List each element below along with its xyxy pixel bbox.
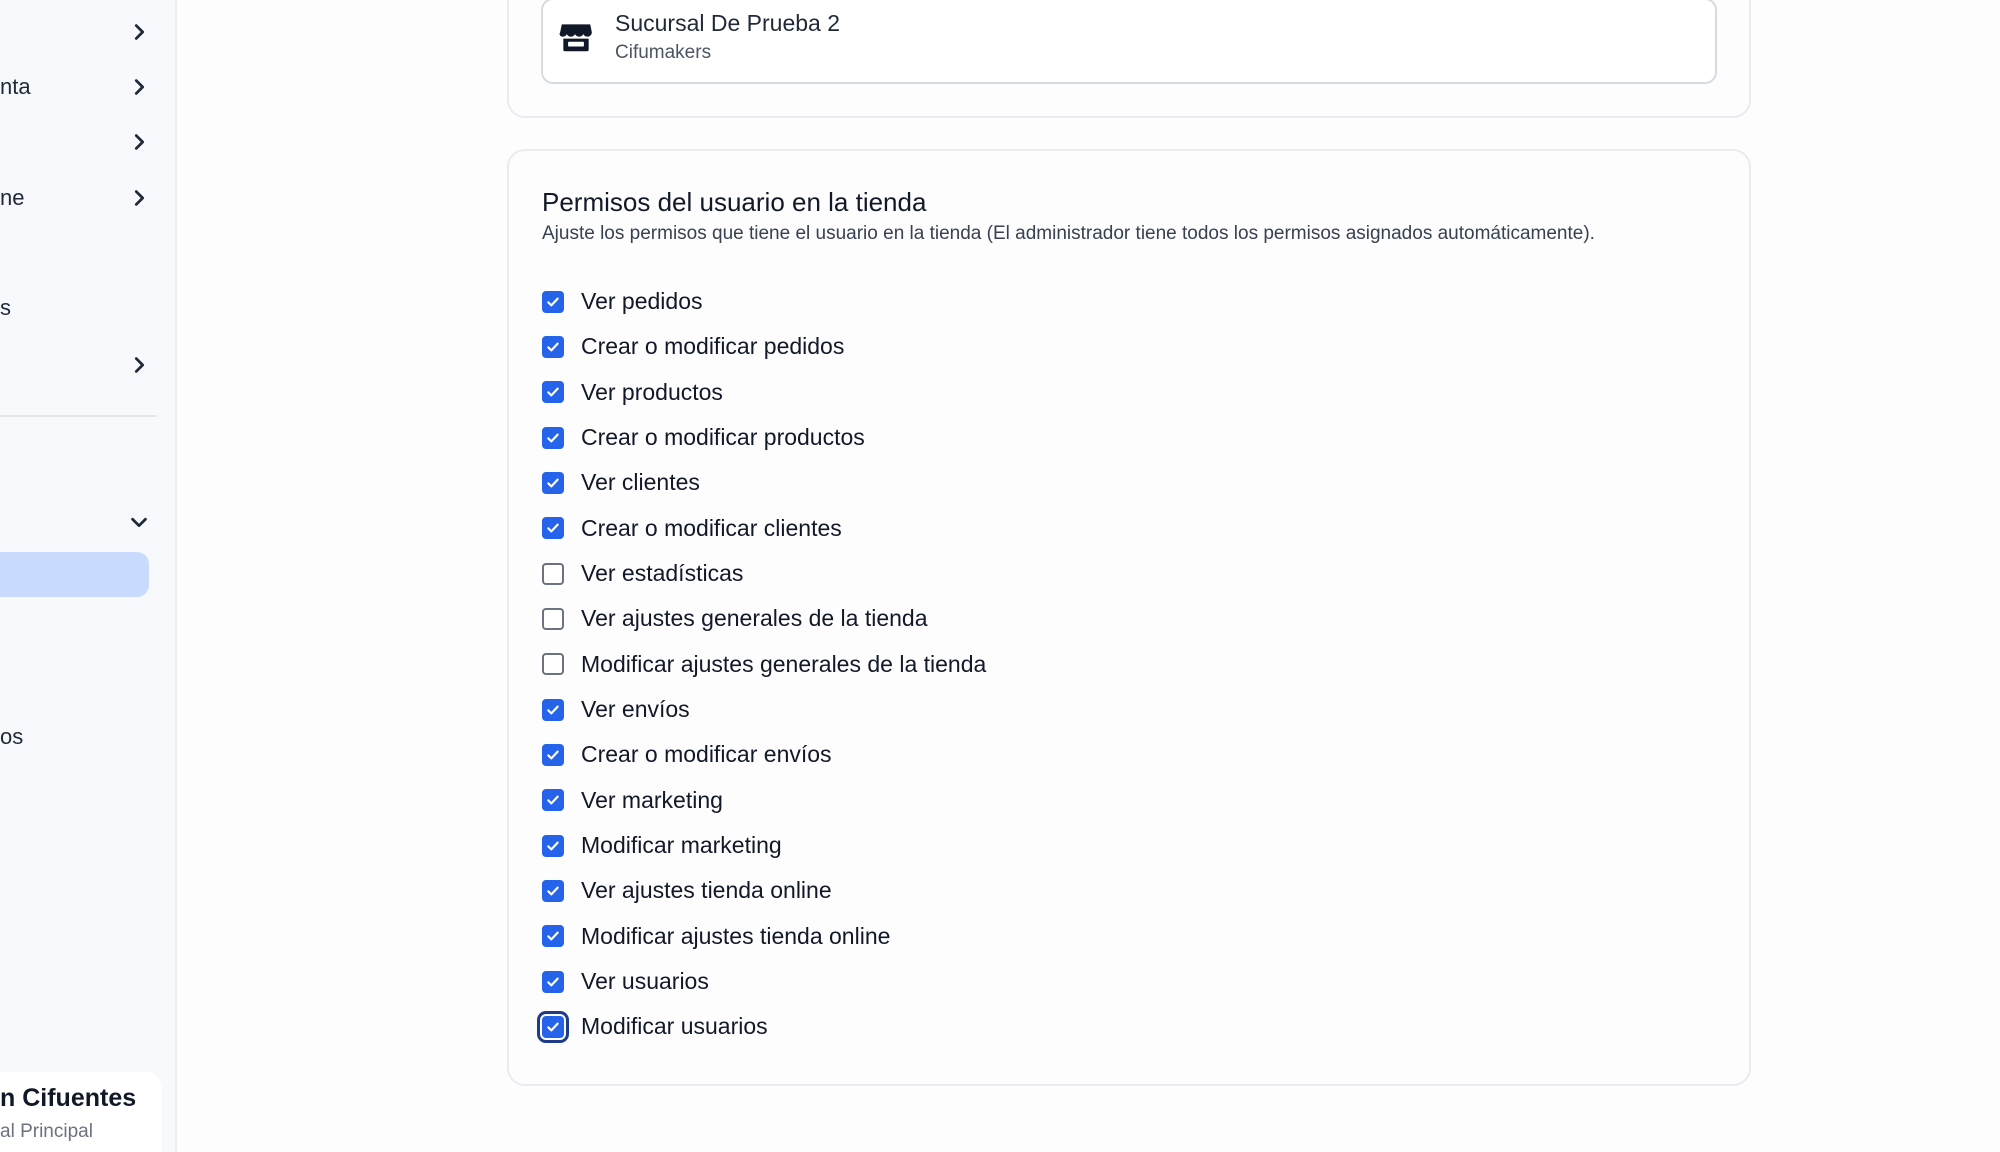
permission-row[interactable]: Modificar ajustes generales de la tienda xyxy=(542,642,986,687)
chevron-down-icon xyxy=(131,517,147,528)
permission-row[interactable]: Ver usuarios xyxy=(542,959,986,1004)
sidebar-item-label: nta xyxy=(0,74,31,99)
permission-checkbox[interactable] xyxy=(542,426,564,449)
permission-label: Modificar ajustes tienda online xyxy=(581,922,891,949)
permission-row[interactable]: Ver productos xyxy=(542,370,986,415)
permission-checkbox[interactable] xyxy=(542,925,564,948)
permission-row[interactable]: Modificar usuarios xyxy=(537,1004,986,1049)
chevron-right-icon xyxy=(134,357,145,373)
permissions-title: Permisos del usuario en la tienda xyxy=(542,187,927,217)
permission-label: Modificar marketing xyxy=(581,832,782,859)
permission-label: Ver marketing xyxy=(581,786,723,813)
permission-checkbox[interactable] xyxy=(542,562,564,585)
permission-checkbox[interactable] xyxy=(542,517,564,540)
permission-row[interactable]: Ver ajustes tienda online xyxy=(542,868,986,913)
sidebar: nta ne s os n Cifuentes al Principal xyxy=(0,0,177,1152)
permission-checkbox[interactable] xyxy=(542,743,564,766)
permission-row[interactable]: Crear o modificar clientes xyxy=(542,506,986,551)
permission-label: Crear o modificar productos xyxy=(581,424,865,451)
permissions-card: Permisos del usuario en la tienda Ajuste… xyxy=(507,149,1751,1086)
permission-label: Modificar usuarios xyxy=(581,1013,768,1040)
store-option[interactable]: Sucursal De Prueba 2 Cifumakers xyxy=(541,0,1717,84)
store-company: Cifumakers xyxy=(615,42,712,63)
sidebar-item-label: s xyxy=(0,295,11,320)
permission-label: Ver ajustes generales de la tienda xyxy=(581,605,928,632)
sidebar-item-3[interactable] xyxy=(0,122,150,162)
permission-label: Ver estadísticas xyxy=(581,560,744,587)
sidebar-item-1[interactable] xyxy=(0,12,150,52)
permission-label: Ver clientes xyxy=(581,469,700,496)
permission-label: Ver pedidos xyxy=(581,288,703,315)
sidebar-item-label: ne xyxy=(0,185,25,210)
permission-row[interactable]: Modificar ajustes tienda online xyxy=(542,914,986,959)
permission-row[interactable]: Ver ajustes generales de la tienda xyxy=(542,596,986,641)
permission-label: Ver envíos xyxy=(581,696,690,723)
permission-checkbox[interactable] xyxy=(542,290,564,313)
user-name: n Cifuentes xyxy=(0,1084,137,1112)
permissions-list: Ver pedidos Crear o modificar pedidos Ver … xyxy=(537,279,986,1050)
permission-checkbox[interactable] xyxy=(542,789,564,812)
store-card: Sucursal De Prueba 2 Cifumakers xyxy=(507,0,1751,118)
permission-checkbox[interactable] xyxy=(537,1010,569,1043)
chevron-right-icon xyxy=(134,79,145,95)
permission-checkbox[interactable] xyxy=(542,335,564,358)
permission-label: Modificar ajustes generales de la tienda xyxy=(581,650,987,677)
sidebar-divider xyxy=(0,415,157,417)
permission-checkbox[interactable] xyxy=(542,698,564,721)
permission-checkbox[interactable] xyxy=(542,970,564,993)
sidebar-item-active[interactable] xyxy=(0,552,149,597)
sidebar-item-4[interactable]: ne xyxy=(0,178,150,218)
user-branch: al Principal xyxy=(0,1121,93,1142)
permission-checkbox[interactable] xyxy=(542,653,564,676)
permission-label: Ver ajustes tienda online xyxy=(581,877,832,904)
permission-row[interactable]: Crear o modificar envíos xyxy=(542,732,986,777)
permission-checkbox[interactable] xyxy=(542,834,564,857)
chevron-right-icon xyxy=(134,24,145,40)
permission-row[interactable]: Crear o modificar pedidos xyxy=(542,324,986,369)
permission-checkbox[interactable] xyxy=(542,607,564,630)
permissions-subtitle: Ajuste los permisos que tiene el usuario… xyxy=(542,223,1595,244)
store-name: Sucursal De Prueba 2 xyxy=(615,10,841,36)
sidebar-item-5[interactable]: s xyxy=(0,288,150,328)
permission-label: Crear o modificar clientes xyxy=(581,514,842,541)
permission-checkbox[interactable] xyxy=(542,381,564,404)
permission-row[interactable]: Crear o modificar productos xyxy=(542,415,986,460)
sidebar-item-8[interactable]: os xyxy=(0,717,150,757)
sidebar-item-6[interactable] xyxy=(0,345,150,385)
sidebar-item-label: os xyxy=(0,724,24,749)
permission-label: Crear o modificar pedidos xyxy=(581,333,845,360)
permission-checkbox[interactable] xyxy=(542,471,564,494)
permission-label: Ver productos xyxy=(581,378,723,405)
permission-row[interactable]: Ver envíos xyxy=(542,687,986,732)
permission-label: Ver usuarios xyxy=(581,968,709,995)
chevron-right-icon xyxy=(134,134,145,150)
permission-label: Crear o modificar envíos xyxy=(581,741,832,768)
permission-row[interactable]: Ver pedidos xyxy=(542,279,986,324)
chevron-right-icon xyxy=(134,190,145,206)
store-icon xyxy=(559,24,592,52)
permission-row[interactable]: Ver marketing xyxy=(542,778,986,823)
permission-row[interactable]: Ver estadísticas xyxy=(542,551,986,596)
permission-row[interactable]: Modificar marketing xyxy=(542,823,986,868)
sidebar-section-toggle[interactable] xyxy=(0,502,150,542)
sidebar-item-2[interactable]: nta xyxy=(0,67,150,107)
permission-checkbox[interactable] xyxy=(542,879,564,902)
permission-row[interactable]: Ver clientes xyxy=(542,460,986,505)
